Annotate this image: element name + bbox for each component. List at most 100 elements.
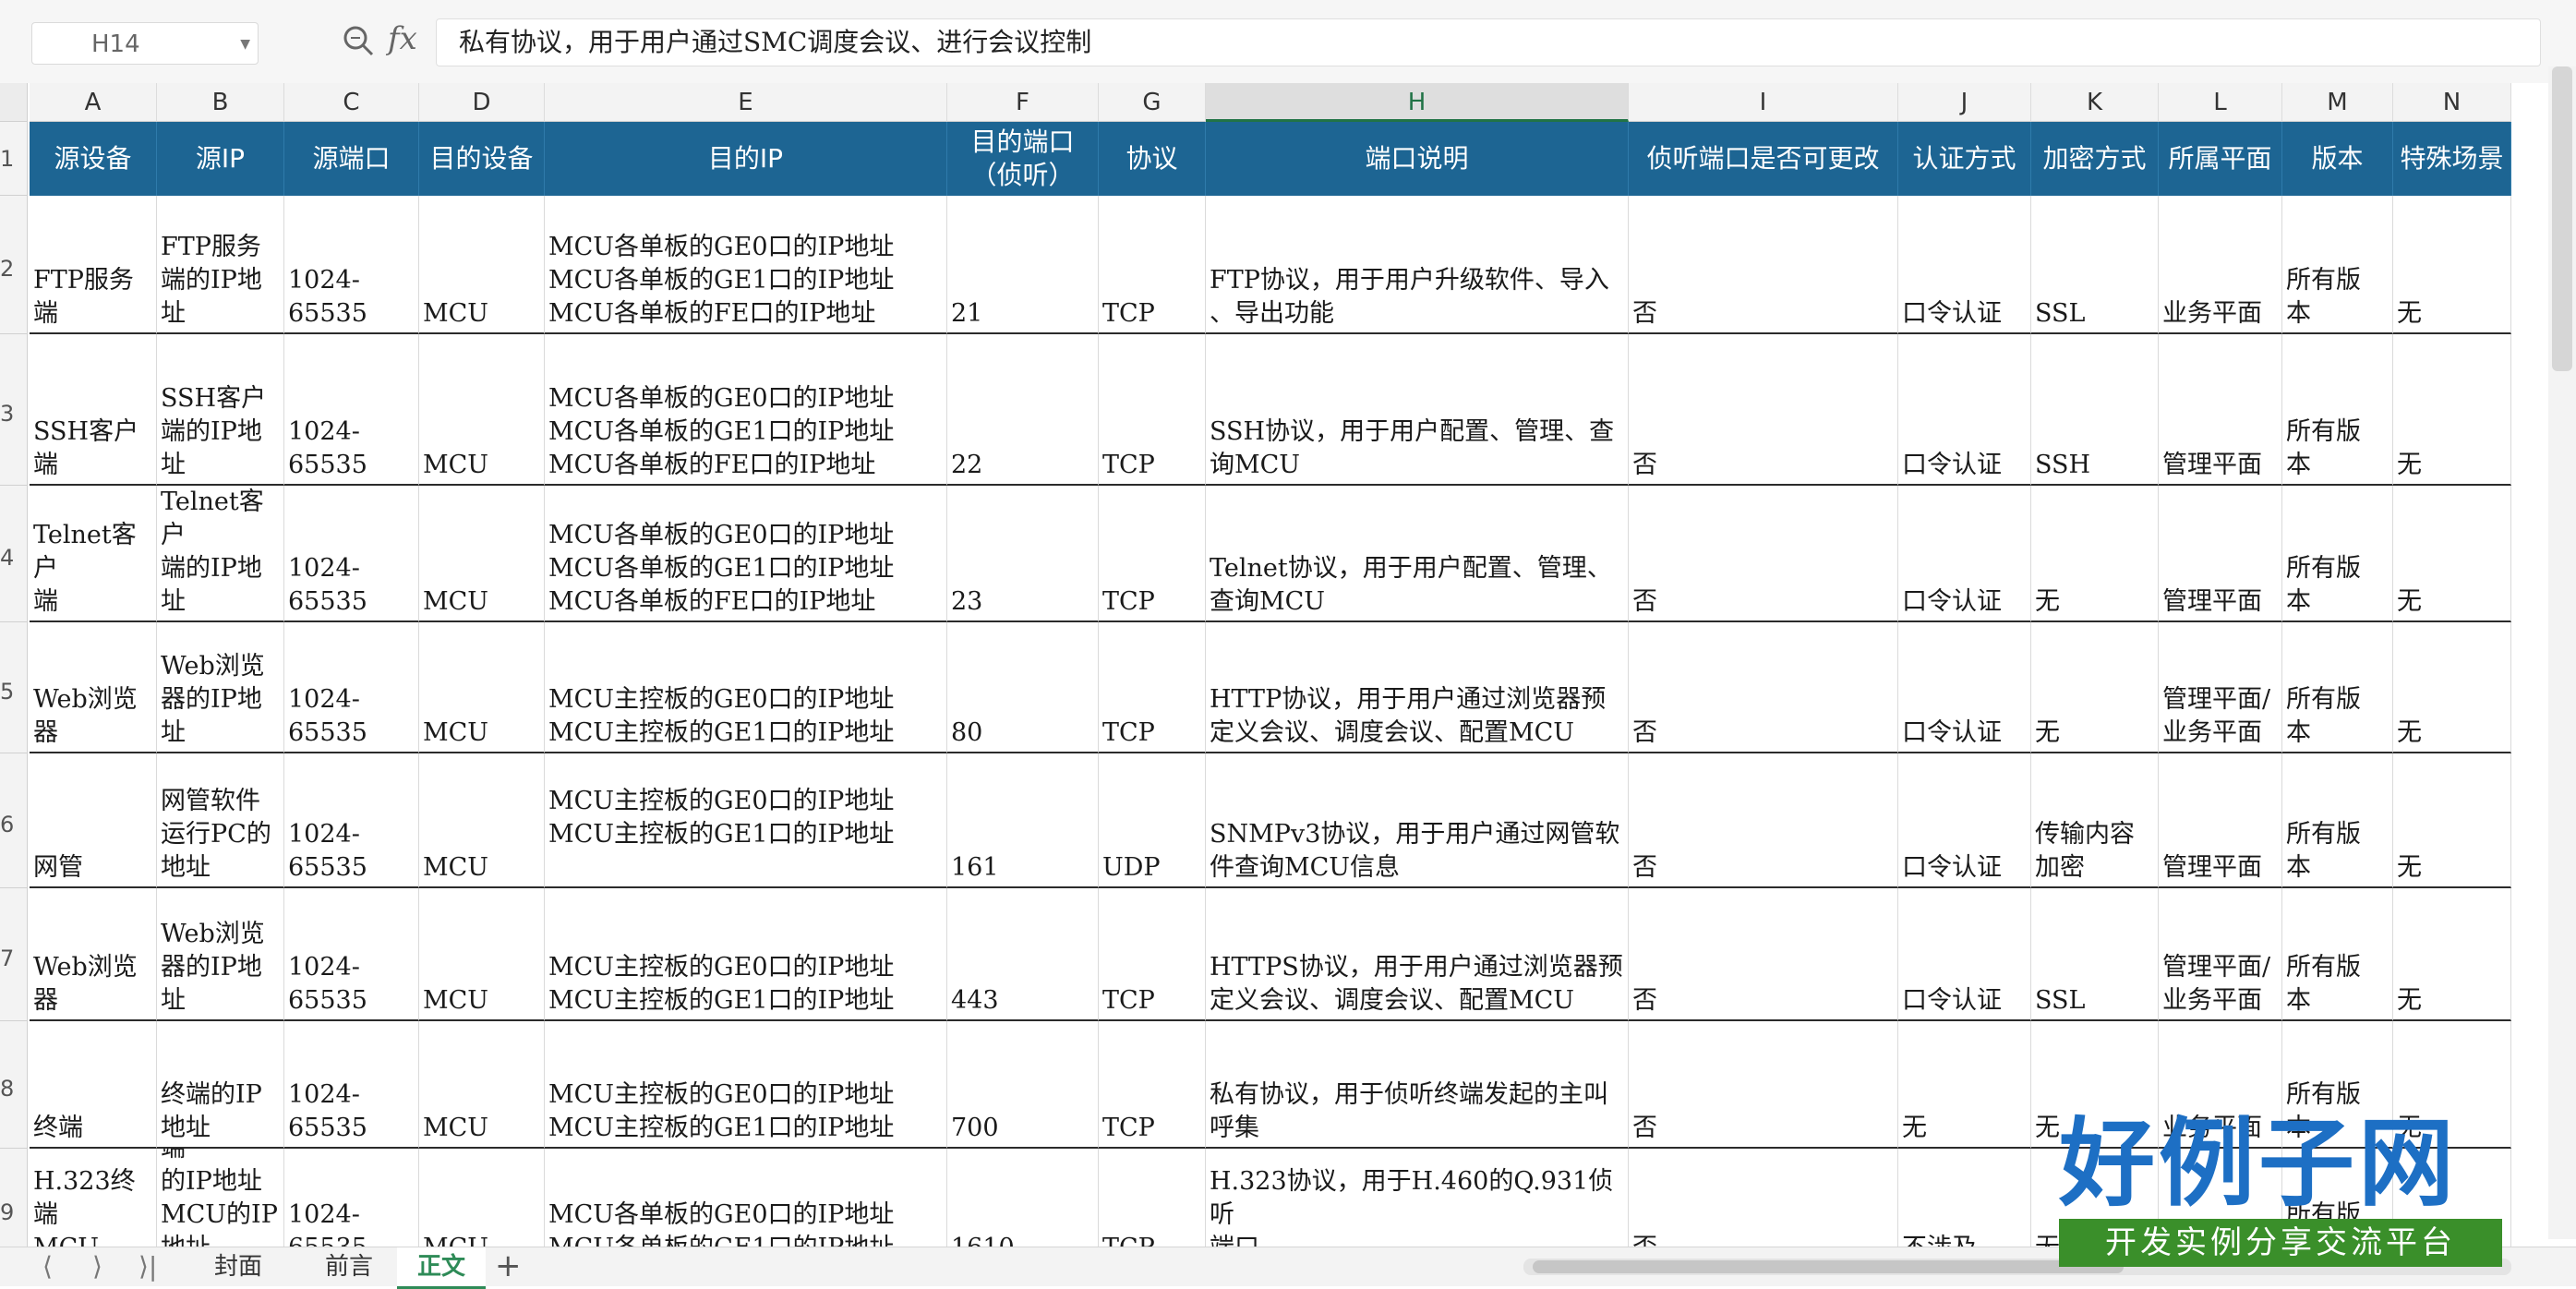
column-header-D[interactable]: D: [419, 83, 545, 122]
table-cell[interactable]: Web浏览 器的IP地 址: [157, 622, 284, 753]
table-cell[interactable]: 终端: [30, 1021, 157, 1149]
table-cell[interactable]: 1024-65535: [284, 753, 419, 888]
table-cell[interactable]: 管理平面/ 业务平面: [2159, 888, 2282, 1021]
table-cell[interactable]: 所有版 本: [2282, 334, 2393, 486]
table-cell[interactable]: TCP: [1099, 622, 1206, 753]
table-cell[interactable]: 口令认证: [1898, 196, 2031, 334]
next-sheet-icon[interactable]: ⟩: [92, 1251, 102, 1282]
table-cell[interactable]: Telnet协议，用于用户配置、管理、 查询MCU: [1206, 486, 1629, 622]
table-cell[interactable]: Telnet客户 端的IP地 址: [157, 486, 284, 622]
row-header-8[interactable]: 8: [0, 1021, 28, 1149]
table-cell[interactable]: MCU主控板的GE0口的IP地址 MCU主控板的GE1口的IP地址: [545, 1021, 947, 1149]
table-cell[interactable]: 传输内容 加密: [2031, 753, 2159, 888]
column-header-K[interactable]: K: [2031, 83, 2159, 122]
chevron-down-icon[interactable]: ▼: [240, 23, 250, 66]
table-cell[interactable]: TCP: [1099, 486, 1206, 622]
function-icon[interactable]: fx: [388, 20, 417, 57]
table-cell[interactable]: 1024-65535: [284, 1021, 419, 1149]
table-cell[interactable]: MCU主控板的GE0口的IP地址 MCU主控板的GE1口的IP地址: [545, 753, 947, 888]
table-cell[interactable]: 否: [1629, 888, 1898, 1021]
sheet-tab[interactable]: 正文: [397, 1247, 487, 1289]
column-header-H[interactable]: H: [1206, 83, 1629, 122]
table-cell[interactable]: 1024-65535: [284, 486, 419, 622]
table-cell[interactable]: 无: [1898, 1021, 2031, 1149]
table-cell[interactable]: 管理平面: [2159, 753, 2282, 888]
first-sheet-icon[interactable]: ⟨: [42, 1251, 53, 1282]
row-header-6[interactable]: 6: [0, 753, 28, 888]
column-header-J[interactable]: J: [1898, 83, 2031, 122]
last-sheet-icon[interactable]: ⟩|: [138, 1251, 157, 1282]
row-header-7[interactable]: 7: [0, 888, 28, 1021]
table-cell[interactable]: 管理平面: [2159, 334, 2282, 486]
horizontal-scroll-thumb[interactable]: [1533, 1260, 2124, 1273]
table-cell[interactable]: MCU: [419, 1021, 545, 1149]
vertical-scroll-thumb[interactable]: [2552, 66, 2572, 371]
table-cell[interactable]: 无: [2031, 486, 2159, 622]
table-cell[interactable]: 所有版 本: [2282, 888, 2393, 1021]
table-cell[interactable]: Telnet客户 端: [30, 486, 157, 622]
table-cell[interactable]: 所有版 本: [2282, 196, 2393, 334]
table-cell[interactable]: 口令认证: [1898, 753, 2031, 888]
table-cell[interactable]: FTP协议，用于用户升级软件、导入 、导出功能: [1206, 196, 1629, 334]
table-cell[interactable]: 终端的IP 地址: [157, 1021, 284, 1149]
table-cell[interactable]: 口令认证: [1898, 622, 2031, 753]
vertical-scrollbar[interactable]: [2548, 66, 2576, 1239]
zoom-icon[interactable]: [340, 22, 377, 59]
table-cell[interactable]: MCU: [419, 196, 545, 334]
table-cell[interactable]: 否: [1629, 196, 1898, 334]
table-cell[interactable]: Web浏览 器: [30, 888, 157, 1021]
name-box[interactable]: H14 ▼: [31, 22, 259, 65]
table-cell[interactable]: 无: [2393, 753, 2511, 888]
table-cell[interactable]: 161: [947, 753, 1099, 888]
row-header-2[interactable]: 2: [0, 196, 28, 334]
column-header-F[interactable]: F: [947, 83, 1099, 122]
table-cell[interactable]: SSH客户 端: [30, 334, 157, 486]
table-cell[interactable]: 否: [1629, 486, 1898, 622]
table-cell[interactable]: 所有版 本: [2282, 753, 2393, 888]
table-cell[interactable]: 网管: [30, 753, 157, 888]
table-cell[interactable]: 无: [2393, 196, 2511, 334]
column-header-L[interactable]: L: [2159, 83, 2282, 122]
table-cell[interactable]: Web浏览 器: [30, 622, 157, 753]
formula-input[interactable]: 私有协议，用于用户通过SMC调度会议、进行会议控制: [436, 18, 2541, 66]
table-cell[interactable]: MCU各单板的GE0口的IP地址 MCU各单板的GE1口的IP地址 MCU各单板…: [545, 196, 947, 334]
add-sheet-button[interactable]: +: [495, 1247, 522, 1284]
table-cell[interactable]: SSH客户 端的IP地 址: [157, 334, 284, 486]
table-cell[interactable]: 1024-65535: [284, 334, 419, 486]
table-cell[interactable]: FTP服务 端: [30, 196, 157, 334]
table-cell[interactable]: 口令认证: [1898, 486, 2031, 622]
table-cell[interactable]: 否: [1629, 622, 1898, 753]
table-cell[interactable]: 无: [2393, 888, 2511, 1021]
table-cell[interactable]: UDP: [1099, 753, 1206, 888]
table-cell[interactable]: 口令认证: [1898, 888, 2031, 1021]
table-cell[interactable]: FTP服务 端的IP地 址: [157, 196, 284, 334]
row-header-1[interactable]: 1: [0, 122, 28, 196]
table-cell[interactable]: 无: [2393, 334, 2511, 486]
table-cell[interactable]: 所有版 本: [2282, 622, 2393, 753]
table-cell[interactable]: 1024-65535: [284, 622, 419, 753]
table-cell[interactable]: TCP: [1099, 334, 1206, 486]
table-cell[interactable]: 管理平面/ 业务平面: [2159, 622, 2282, 753]
table-cell[interactable]: SNMPv3协议，用于用户通过网管软 件查询MCU信息: [1206, 753, 1629, 888]
table-cell[interactable]: SSH协议，用于用户配置、管理、查 询MCU: [1206, 334, 1629, 486]
table-cell[interactable]: Web浏览 器的IP地 址: [157, 888, 284, 1021]
table-cell[interactable]: 无: [2031, 622, 2159, 753]
table-cell[interactable]: MCU各单板的GE0口的IP地址 MCU各单板的GE1口的IP地址 MCU各单板…: [545, 334, 947, 486]
table-cell[interactable]: MCU主控板的GE0口的IP地址 MCU主控板的GE1口的IP地址: [545, 888, 947, 1021]
sheet-tab[interactable]: 封面: [194, 1247, 283, 1286]
table-cell[interactable]: HTTP协议，用于用户通过浏览器预 定义会议、调度会议、配置MCU: [1206, 622, 1629, 753]
table-cell[interactable]: MCU: [419, 486, 545, 622]
column-header-M[interactable]: M: [2282, 83, 2393, 122]
table-cell[interactable]: 700: [947, 1021, 1099, 1149]
table-cell[interactable]: 否: [1629, 334, 1898, 486]
row-header-4[interactable]: 4: [0, 486, 28, 622]
table-cell[interactable]: 所有版 本: [2282, 486, 2393, 622]
table-cell[interactable]: 口令认证: [1898, 334, 2031, 486]
column-header-A[interactable]: A: [30, 83, 157, 122]
table-cell[interactable]: 网管软件 运行PC的 地址: [157, 753, 284, 888]
table-cell[interactable]: 否: [1629, 753, 1898, 888]
table-cell[interactable]: 1024-65535: [284, 196, 419, 334]
table-cell[interactable]: SSL: [2031, 196, 2159, 334]
table-cell[interactable]: TCP: [1099, 1021, 1206, 1149]
table-cell[interactable]: 管理平面: [2159, 486, 2282, 622]
